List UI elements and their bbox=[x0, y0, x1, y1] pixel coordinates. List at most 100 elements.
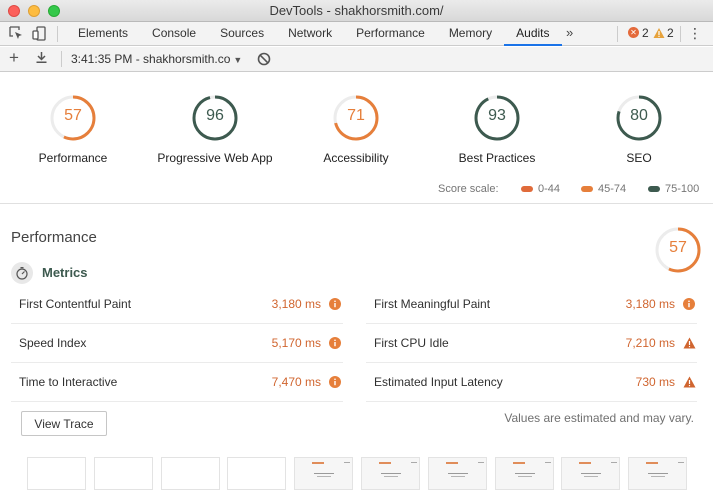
new-audit-icon[interactable]: + bbox=[9, 48, 19, 68]
gauge-score: 93 bbox=[488, 107, 506, 124]
info-icon[interactable] bbox=[329, 376, 341, 388]
scale-swatch-fail bbox=[521, 186, 533, 192]
scale-range-fail: 0-44 bbox=[538, 183, 561, 195]
warning-icon[interactable] bbox=[683, 376, 696, 388]
panel-tabs: Elements Console Sources Network Performance… bbox=[66, 22, 562, 46]
frame-thumbnail-dots bbox=[344, 462, 351, 463]
info-icon[interactable] bbox=[329, 298, 341, 310]
tab-audits[interactable]: Audits bbox=[504, 22, 562, 46]
metrics-icon bbox=[11, 262, 33, 284]
scale-swatch-average bbox=[581, 186, 593, 192]
gauge-progressive-web-app[interactable]: 96 Progressive Web App bbox=[150, 94, 280, 165]
frame-thumbnail-txt1 bbox=[648, 473, 669, 474]
inspect-element-icon[interactable] bbox=[9, 26, 24, 42]
gauge-label: Progressive Web App bbox=[157, 151, 273, 165]
metric-row: First Contentful Paint 3,180 ms bbox=[11, 286, 343, 324]
panel-tab-bar: Elements Console Sources Network Performance… bbox=[0, 22, 713, 46]
metric-value: 5,170 ms bbox=[271, 336, 321, 350]
frame-thumbnail-bar bbox=[312, 462, 325, 464]
tab-sources[interactable]: Sources bbox=[208, 22, 276, 46]
tab-elements[interactable]: Elements bbox=[66, 22, 140, 46]
metrics-disclaimer: Values are estimated and may vary. bbox=[504, 411, 694, 425]
filmstrip-frame bbox=[160, 457, 220, 490]
frame-thumbnail-txt2 bbox=[317, 476, 332, 477]
metric-value: 7,470 ms bbox=[271, 375, 321, 389]
info-icon[interactable] bbox=[683, 298, 695, 310]
gauge-accessibility[interactable]: 71 Accessibility bbox=[291, 94, 421, 165]
frame-thumbnail-txt2 bbox=[517, 476, 532, 477]
download-report-icon[interactable] bbox=[35, 51, 48, 69]
metric-value: 730 ms bbox=[635, 375, 675, 389]
filmstrip-frame bbox=[227, 457, 287, 490]
audits-toolbar: + 3:41:35 PM - shakhorsmith.co ▼ bbox=[0, 47, 713, 72]
tab-performance[interactable]: Performance bbox=[344, 22, 437, 46]
score-scale-label: Score scale: bbox=[438, 183, 499, 195]
scale-range-pass: 75-100 bbox=[665, 183, 700, 195]
frame-thumbnail-txt2 bbox=[450, 476, 465, 477]
metric-value: 3,180 ms bbox=[625, 297, 675, 311]
metric-name: First Contentful Paint bbox=[19, 297, 132, 311]
view-trace-button[interactable]: View Trace bbox=[21, 411, 107, 436]
metric-row: Time to Interactive 7,470 ms bbox=[11, 364, 343, 402]
toolbar-divider bbox=[61, 51, 62, 67]
devtools-menu-icon[interactable]: ⋮ bbox=[688, 25, 702, 42]
warning-icon[interactable] bbox=[683, 337, 696, 349]
gauge-best-practices[interactable]: 93 Best Practices bbox=[432, 94, 562, 165]
error-icon[interactable]: ✕ bbox=[628, 27, 639, 38]
more-tabs-button[interactable]: » bbox=[566, 25, 573, 40]
frame-thumbnail-txt2 bbox=[584, 476, 599, 477]
frame-thumbnail-txt2 bbox=[384, 476, 398, 477]
clear-reports-icon[interactable] bbox=[257, 52, 271, 71]
frame-thumbnail-bar bbox=[646, 462, 659, 464]
tab-network[interactable]: Network bbox=[276, 22, 344, 46]
warning-count[interactable]: 2 bbox=[667, 26, 674, 40]
metric-name: Estimated Input Latency bbox=[374, 375, 503, 389]
report-select-value: 3:41:35 PM - shakhorsmith.co bbox=[71, 52, 231, 66]
gauge-label: Accessibility bbox=[323, 151, 389, 165]
metric-row: First CPU Idle 7,210 ms bbox=[366, 325, 697, 363]
gauge-performance[interactable]: 57 Performance bbox=[8, 94, 138, 165]
info-icon[interactable] bbox=[329, 337, 341, 349]
frame-thumbnail-txt1 bbox=[314, 473, 335, 474]
window-title: DevTools - shakhorsmith.com/ bbox=[269, 3, 444, 18]
metric-name: Time to Interactive bbox=[19, 375, 118, 389]
frame-thumbnail-dots bbox=[411, 462, 417, 463]
frame-thumbnail-bar bbox=[379, 462, 391, 464]
gauge-label: Performance bbox=[38, 151, 108, 165]
metric-name: First CPU Idle bbox=[374, 336, 449, 350]
frame-thumbnail-bar bbox=[512, 462, 525, 464]
error-count[interactable]: 2 bbox=[642, 26, 649, 40]
performance-section-title: Performance bbox=[11, 229, 97, 246]
frame-thumbnail-txt1 bbox=[514, 473, 535, 474]
filmstrip-frame bbox=[494, 457, 554, 490]
metric-name: First Meaningful Paint bbox=[374, 297, 491, 311]
gauge-label: Best Practices bbox=[458, 151, 536, 165]
frame-thumbnail-dots bbox=[477, 462, 484, 463]
window-title-bar: DevTools - shakhorsmith.com/ bbox=[0, 0, 713, 22]
filmstrip-frame bbox=[27, 457, 86, 490]
filmstrip-frame bbox=[93, 457, 153, 490]
filmstrip-frame bbox=[427, 457, 487, 490]
filmstrip-frame bbox=[628, 457, 688, 490]
frame-thumbnail-txt2 bbox=[651, 476, 666, 477]
frame-thumbnail-dots bbox=[678, 462, 685, 463]
gauge-score: 80 bbox=[630, 107, 648, 124]
toolbar-divider bbox=[617, 26, 618, 42]
gauge-seo[interactable]: 80 SEO bbox=[574, 94, 704, 165]
filmstrip-frame bbox=[361, 457, 420, 490]
tab-console[interactable]: Console bbox=[140, 22, 208, 46]
scale-swatch-pass bbox=[648, 186, 660, 192]
filmstrip-frame bbox=[561, 457, 621, 490]
tab-memory[interactable]: Memory bbox=[437, 22, 504, 46]
metric-row: Estimated Input Latency 730 ms bbox=[366, 364, 697, 402]
gauge-score: 96 bbox=[206, 107, 224, 124]
frame-thumbnail-bar bbox=[579, 462, 592, 464]
gauge-score: 57 bbox=[64, 107, 82, 124]
frame-thumbnail-bar bbox=[445, 462, 458, 464]
toolbar-divider bbox=[680, 26, 681, 42]
device-toolbar-icon[interactable] bbox=[32, 26, 47, 42]
report-select[interactable]: 3:41:35 PM - shakhorsmith.co ▼ bbox=[71, 52, 242, 66]
gauge-label: SEO bbox=[626, 151, 652, 165]
performance-section-gauge: 57 bbox=[613, 226, 713, 274]
warning-icon[interactable] bbox=[653, 26, 665, 44]
